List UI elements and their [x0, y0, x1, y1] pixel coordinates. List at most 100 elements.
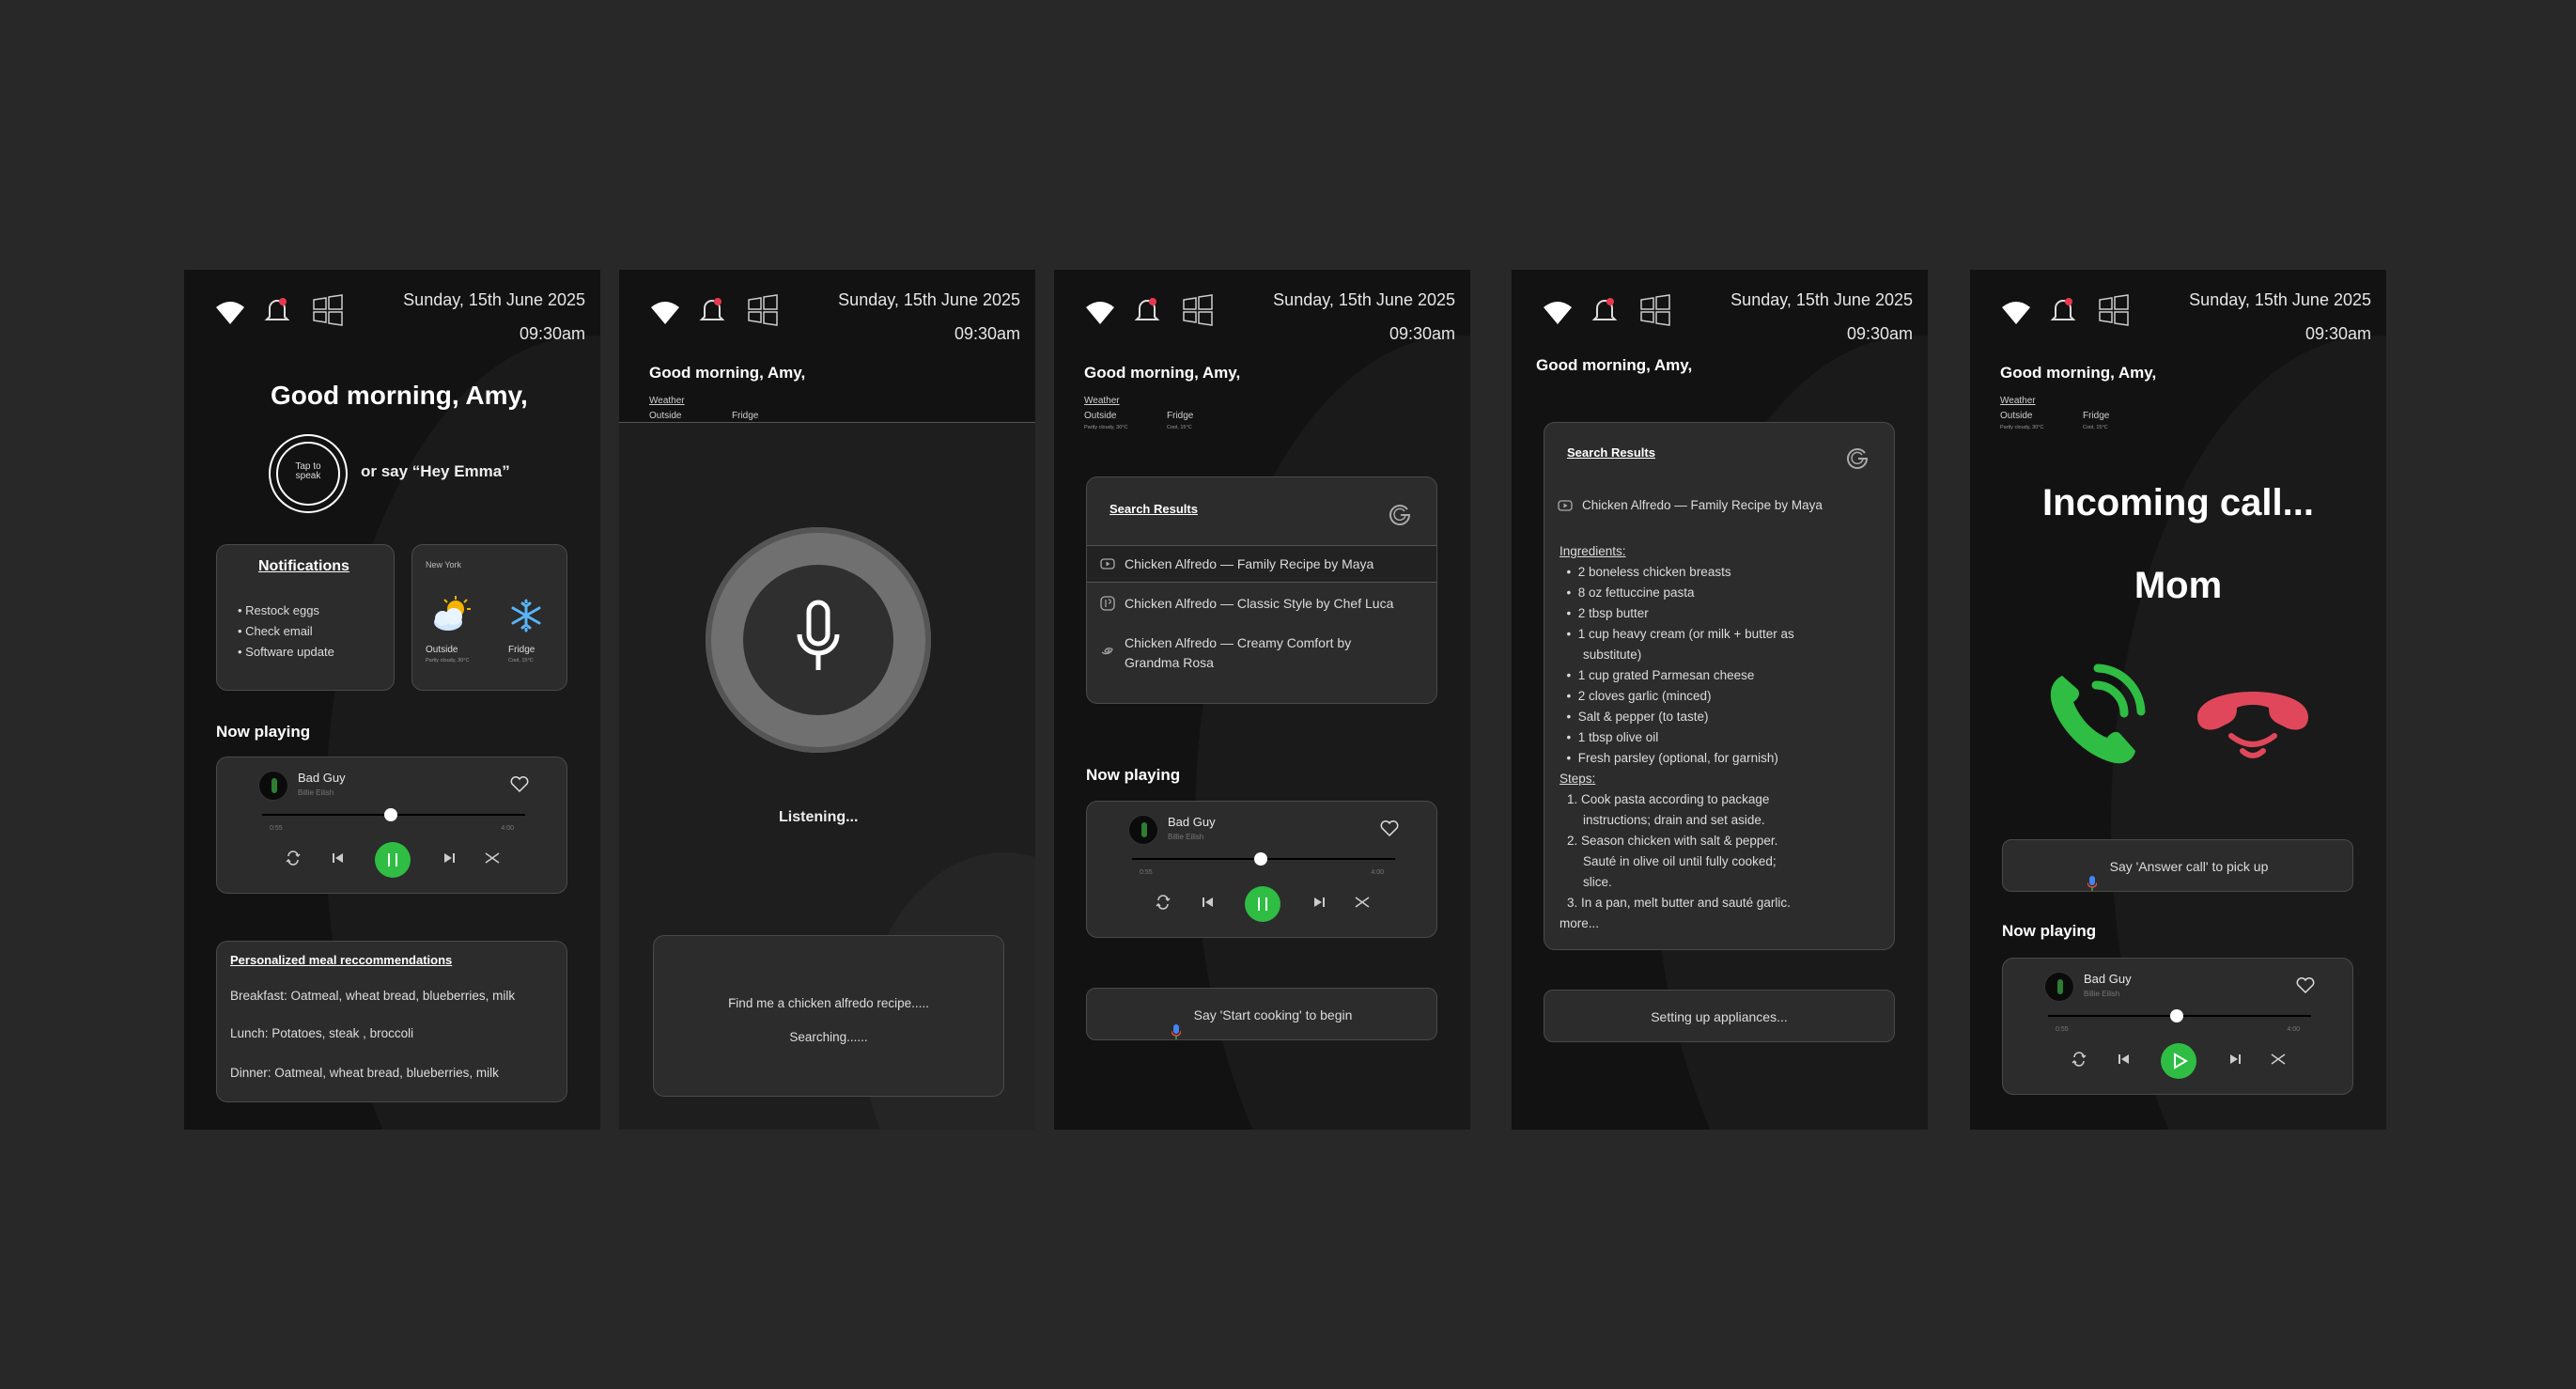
- pause-button[interactable]: [375, 842, 411, 878]
- notification-item[interactable]: • Software update: [238, 645, 334, 659]
- progress-knob[interactable]: [1254, 852, 1268, 866]
- ingredient-text: 1 cup heavy cream (or milk + butter as: [1577, 627, 1794, 641]
- search-result-item[interactable]: Chicken Alfredo — Creamy Comfort by Gran…: [1087, 632, 1436, 675]
- search-result-item[interactable]: Chicken Alfredo — Family Recipe by Maya: [1544, 496, 1894, 519]
- shuffle-icon[interactable]: [2270, 1051, 2287, 1068]
- previous-icon[interactable]: [330, 850, 347, 866]
- spiral-icon: [1100, 643, 1115, 658]
- outside-sub: Partly cloudy, 30°C: [426, 658, 470, 663]
- bell-icon[interactable]: [1131, 294, 1163, 326]
- status-bar: Sunday, 15th June 2025 09:30am: [1054, 270, 1470, 364]
- ingredient-item: • 2 cloves garlic (minced): [1560, 689, 1712, 703]
- next-icon[interactable]: [441, 850, 458, 866]
- notification-item[interactable]: • Check email: [238, 624, 313, 638]
- time-label: 09:30am: [519, 324, 585, 343]
- repeat-icon[interactable]: [2071, 1051, 2087, 1068]
- date-label: Sunday, 15th June 2025: [403, 290, 585, 309]
- voice-hint-bar[interactable]: Say 'Start cooking' to begin: [1086, 988, 1437, 1040]
- heart-icon[interactable]: [2296, 977, 2315, 994]
- status-bar: Sunday, 15th June 2025 09:30am: [619, 270, 1035, 364]
- bell-icon[interactable]: [261, 294, 293, 326]
- search-result-item[interactable]: Chicken Alfredo — Family Recipe by Maya: [1087, 545, 1436, 583]
- notifications-card[interactable]: Notifications • Restock eggs • Check ema…: [216, 544, 395, 691]
- shuffle-icon[interactable]: [1354, 894, 1371, 911]
- bell-icon[interactable]: [696, 294, 728, 326]
- meal-recommendations-card[interactable]: Personalized meal reccommendations Break…: [216, 941, 567, 1102]
- ingredient-item: • 2 boneless chicken breasts: [1560, 565, 1731, 579]
- wifi-icon[interactable]: [214, 296, 246, 328]
- elapsed-time: 0:55: [2056, 1026, 2069, 1033]
- google-icon[interactable]: [1845, 445, 1870, 470]
- next-icon[interactable]: [2227, 1051, 2243, 1068]
- previous-icon[interactable]: [1200, 894, 1217, 911]
- wifi-icon[interactable]: [2000, 296, 2032, 328]
- mic-button[interactable]: [706, 527, 931, 753]
- mini-outside: Outside: [2000, 411, 2033, 421]
- song-title: Bad Guy: [1168, 815, 1216, 829]
- elapsed-time: 0:55: [270, 825, 283, 832]
- ingredient-item: • 1 cup heavy cream (or milk + butter as: [1560, 627, 1794, 641]
- ingredient-text: substitute): [1583, 648, 1642, 662]
- screen-listening: Sunday, 15th June 2025 09:30am Good morn…: [619, 270, 1035, 1130]
- heart-icon[interactable]: [510, 776, 529, 793]
- windows-icon[interactable]: [1182, 294, 1214, 326]
- progress-track[interactable]: [1132, 852, 1395, 866]
- voice-hint-text: Say 'Answer call' to pick up: [2109, 859, 2269, 874]
- progress-knob[interactable]: [2170, 1009, 2184, 1022]
- heart-icon[interactable]: [1380, 820, 1399, 837]
- search-result-item[interactable]: Chicken Alfredo — Classic Style by Chef …: [1087, 592, 1436, 620]
- search-result-text: Chicken Alfredo — Classic Style by Chef …: [1125, 596, 1394, 611]
- greeting: Good morning, Amy,: [1084, 364, 1241, 382]
- music-player: Bad Guy Billie Eilish 0:55 4:00: [216, 757, 567, 894]
- windows-icon[interactable]: [2098, 294, 2130, 326]
- status-bar: Sunday, 15th June 2025 09:30am: [184, 270, 600, 364]
- date-label: Sunday, 15th June 2025: [838, 290, 1020, 309]
- weather-card[interactable]: New York Outside Partly cloudy, 30°C Fri…: [411, 544, 567, 691]
- windows-icon[interactable]: [747, 294, 779, 326]
- meal-dinner: Dinner: Oatmeal, wheat bread, blueberrie…: [230, 1066, 499, 1080]
- meal-lunch: Lunch: Potatoes, steak , broccoli: [230, 1026, 414, 1040]
- decline-call-button[interactable]: [2194, 676, 2312, 766]
- wifi-icon[interactable]: [1542, 296, 1574, 328]
- step-text: Sauté in olive oil until fully cooked;: [1583, 854, 1777, 868]
- progress-track[interactable]: [2048, 1009, 2311, 1022]
- mini-fridge-sub: Cool, 15°C: [2083, 425, 2108, 430]
- repeat-icon[interactable]: [285, 850, 302, 866]
- answer-call-button[interactable]: [2041, 663, 2147, 768]
- wifi-icon[interactable]: [1084, 296, 1116, 328]
- song-artist: Billie Eilish: [2084, 990, 2120, 998]
- windows-icon[interactable]: [312, 294, 344, 326]
- bell-icon[interactable]: [1589, 294, 1621, 326]
- incoming-call-label: Incoming call...: [2042, 482, 2314, 523]
- voice-hint-bar[interactable]: Say 'Answer call' to pick up: [2002, 839, 2353, 892]
- time-label: 09:30am: [1389, 324, 1455, 343]
- mini-outside: Outside: [649, 411, 682, 421]
- wifi-icon[interactable]: [649, 296, 681, 328]
- ingredient-text: Salt & pepper (to taste): [1577, 710, 1709, 724]
- next-icon[interactable]: [1311, 894, 1327, 911]
- meal-title: Personalized meal reccommendations: [230, 953, 453, 967]
- progress-knob[interactable]: [384, 808, 398, 821]
- notification-item[interactable]: • Restock eggs: [238, 603, 319, 617]
- step-text: instructions; drain and set aside.: [1583, 813, 1765, 827]
- bell-icon[interactable]: [2047, 294, 2079, 326]
- google-icon[interactable]: [1388, 502, 1412, 526]
- previous-icon[interactable]: [2116, 1051, 2133, 1068]
- pause-button[interactable]: [1245, 886, 1280, 922]
- appliance-status-bar: Setting up appliances...: [1544, 990, 1895, 1042]
- tap-to-speak-button[interactable]: Tap to speak: [269, 434, 348, 513]
- shuffle-icon[interactable]: [484, 850, 501, 866]
- time-label: 09:30am: [954, 324, 1020, 343]
- youtube-icon: [1558, 498, 1573, 513]
- notification-text: Restock eggs: [245, 603, 319, 617]
- play-button[interactable]: [2161, 1043, 2196, 1079]
- progress-track[interactable]: [262, 808, 525, 821]
- repeat-icon[interactable]: [1155, 894, 1172, 911]
- google-mic-icon: [2086, 860, 2098, 892]
- song-artist: Billie Eilish: [1168, 833, 1204, 841]
- more-link[interactable]: more...: [1560, 913, 1791, 934]
- search-results-card: Search Results Chicken Alfredo — Family …: [1086, 476, 1437, 704]
- windows-icon[interactable]: [1639, 294, 1671, 326]
- screen-home: Sunday, 15th June 2025 09:30am Good morn…: [184, 270, 600, 1130]
- time-label: 09:30am: [1846, 324, 1913, 343]
